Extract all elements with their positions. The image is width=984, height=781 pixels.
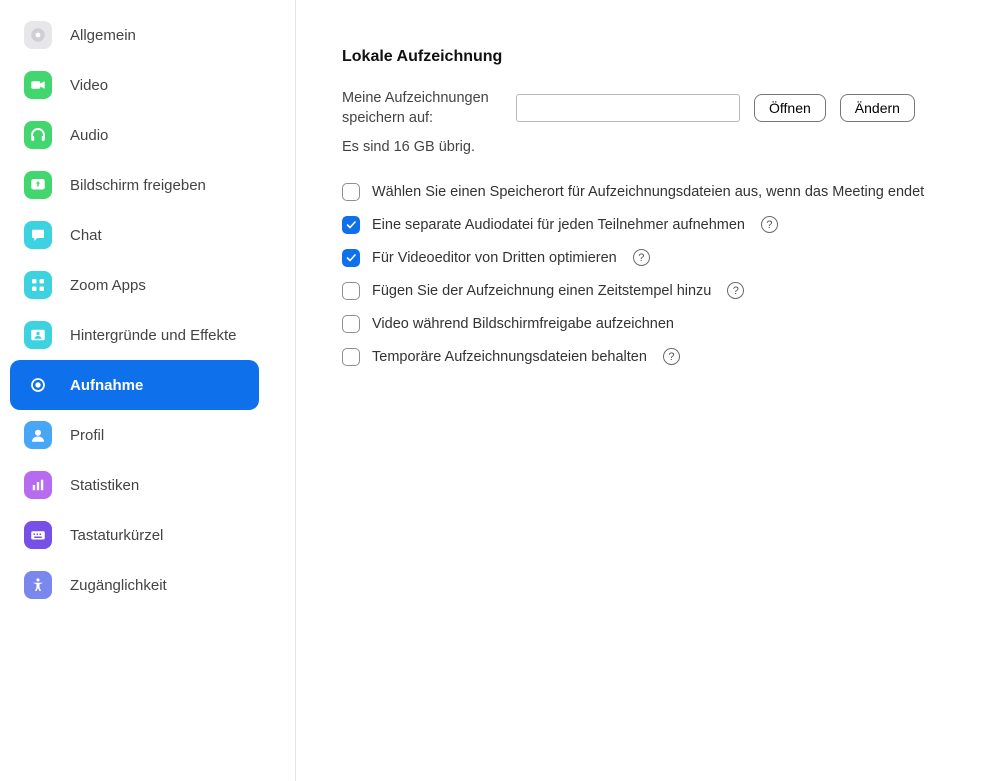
recording-path-row: Meine Aufzeichnungen speichern auf: Öffn… [342,88,960,129]
help-icon[interactable]: ? [761,216,778,233]
sidebar-item-label: Bildschirm freigeben [70,177,206,194]
checkbox[interactable] [342,216,360,234]
recording-path-label: Meine Aufzeichnungen speichern auf: [342,88,502,129]
help-icon[interactable]: ? [633,249,650,266]
sidebar-item-label: Tastaturkürzel [70,527,163,544]
checkbox[interactable] [342,249,360,267]
recording-option-row: Eine separate Audiodatei für jeden Teiln… [342,216,960,234]
sidebar-item-label: Statistiken [70,477,139,494]
keyboard-icon [24,521,52,549]
sidebar-item-chat[interactable]: Chat [10,210,259,260]
sidebar-item-label: Chat [70,227,102,244]
settings-sidebar: Allgemein Video Audio Bildschirm freigeben C… [0,0,296,781]
sidebar-item-label: Zoom Apps [70,277,146,294]
sidebar-item-label: Aufnahme [70,377,143,394]
gear-icon [24,21,52,49]
sidebar-item-zugnglichkeit[interactable]: Zugänglichkeit [10,560,259,610]
checkbox-label: Temporäre Aufzeichnungsdateien behalten [372,349,647,365]
help-icon[interactable]: ? [727,282,744,299]
checkbox-label: Eine separate Audiodatei für jeden Teiln… [372,217,745,233]
sidebar-item-zoom-apps[interactable]: Zoom Apps [10,260,259,310]
chat-icon [24,221,52,249]
video-icon [24,71,52,99]
sidebar-item-label: Zugänglichkeit [70,577,167,594]
profile-icon [24,421,52,449]
sidebar-item-label: Audio [70,127,108,144]
checkbox[interactable] [342,348,360,366]
sidebar-item-video[interactable]: Video [10,60,259,110]
recording-option-row: Video während Bildschirmfreigabe aufzeic… [342,315,960,333]
sidebar-item-hintergrnde-und-effekte[interactable]: Hintergründe und Effekte [10,310,259,360]
apps-icon [24,271,52,299]
sidebar-item-bildschirm-freigeben[interactable]: Bildschirm freigeben [10,160,259,210]
accessibility-icon [24,571,52,599]
sidebar-item-label: Hintergründe und Effekte [70,327,237,344]
open-button[interactable]: Öffnen [754,94,826,122]
stats-icon [24,471,52,499]
sidebar-item-label: Allgemein [70,27,136,44]
share-screen-icon [24,171,52,199]
recording-option-row: Fügen Sie der Aufzeichnung einen Zeitste… [342,282,960,300]
storage-remaining-text: Es sind 16 GB übrig. [342,139,960,155]
sidebar-item-tastaturkrzel[interactable]: Tastaturkürzel [10,510,259,560]
recording-options-list: Wählen Sie einen Speicherort für Aufzeic… [342,183,960,366]
checkbox-label: Video während Bildschirmfreigabe aufzeic… [372,316,674,332]
settings-content: Lokale Aufzeichnung Meine Aufzeichnungen… [296,0,984,781]
sidebar-item-label: Profil [70,427,104,444]
record-icon [24,371,52,399]
recording-option-row: Für Videoeditor von Dritten optimieren? [342,249,960,267]
recording-option-row: Temporäre Aufzeichnungsdateien behalten? [342,348,960,366]
checkbox[interactable] [342,315,360,333]
recording-option-row: Wählen Sie einen Speicherort für Aufzeic… [342,183,960,201]
sidebar-item-statistiken[interactable]: Statistiken [10,460,259,510]
recording-path-input[interactable] [516,94,740,122]
sidebar-item-allgemein[interactable]: Allgemein [10,10,259,60]
headphones-icon [24,121,52,149]
checkbox-label: Wählen Sie einen Speicherort für Aufzeic… [372,184,924,200]
sidebar-item-profil[interactable]: Profil [10,410,259,460]
checkbox-label: Fügen Sie der Aufzeichnung einen Zeitste… [372,283,711,299]
checkbox[interactable] [342,183,360,201]
background-icon [24,321,52,349]
checkbox-label: Für Videoeditor von Dritten optimieren [372,250,617,266]
checkbox[interactable] [342,282,360,300]
section-title-local-recording: Lokale Aufzeichnung [342,48,960,66]
sidebar-item-label: Video [70,77,108,94]
sidebar-item-audio[interactable]: Audio [10,110,259,160]
help-icon[interactable]: ? [663,348,680,365]
sidebar-item-aufnahme[interactable]: Aufnahme [10,360,259,410]
change-button[interactable]: Ändern [840,94,915,122]
